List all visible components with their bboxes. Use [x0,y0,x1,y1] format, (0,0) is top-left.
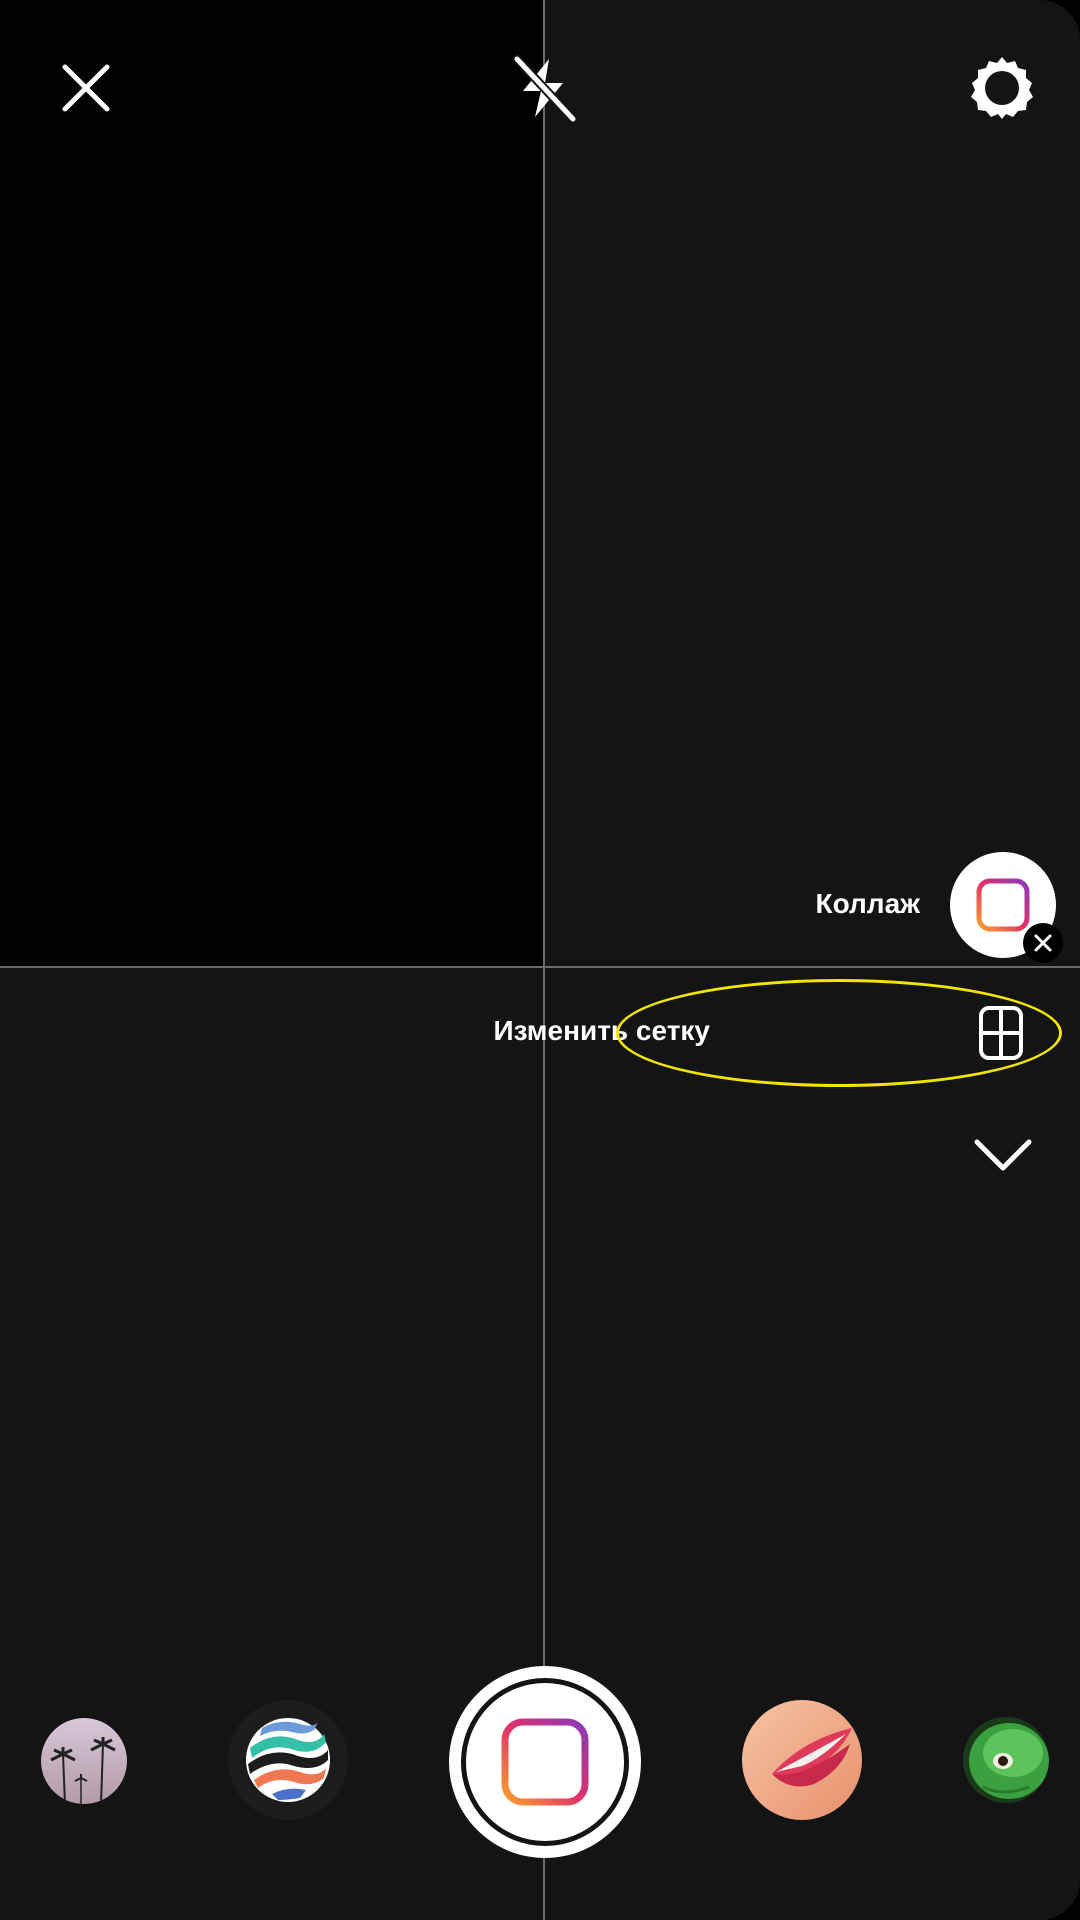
camera-screen: Коллаж Изменить сетку [0,0,1080,1920]
palm-trees-thumbnail [41,1718,127,1804]
collapse-options-button[interactable] [968,1130,1038,1180]
gear-icon [971,57,1033,119]
collage-cell-1-active[interactable] [0,0,544,967]
chevron-down-icon [974,1139,1032,1171]
collage-cell-2[interactable] [545,0,1080,967]
grid-divider-horizontal [0,966,1080,968]
collage-mode-label: Коллаж [815,888,921,919]
lips-effect[interactable] [742,1700,862,1820]
grid-four-icon [979,1006,1023,1060]
settings-button[interactable] [962,48,1042,128]
close-button[interactable] [46,48,126,128]
change-grid-label: Изменить сетку [493,1015,710,1046]
close-icon [1034,934,1052,952]
close-icon [62,64,110,112]
palm-trees-effect[interactable] [41,1718,127,1804]
layout-collage-icon [976,878,1030,932]
grid-divider-vertical [543,0,545,1920]
alien-thumbnail [963,1717,1049,1803]
layout-collage-icon [501,1718,589,1806]
capture-button[interactable] [449,1666,641,1858]
flash-off-icon [512,54,578,123]
lips-thumbnail [742,1700,862,1820]
flash-toggle-button[interactable] [504,48,584,128]
stripes-effect[interactable] [228,1700,348,1820]
alien-effect[interactable] [963,1717,1049,1803]
collage-exit-button[interactable] [1023,923,1063,963]
color-stripes-thumbnail [228,1700,348,1820]
